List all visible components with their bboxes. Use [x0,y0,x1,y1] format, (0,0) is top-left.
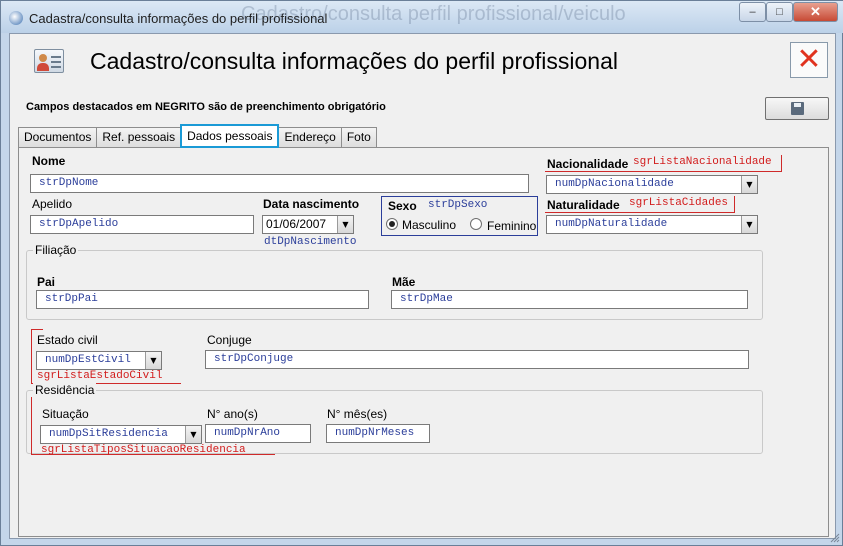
naturalidade-select[interactable]: numDpNaturalidade ▼ [546,215,758,234]
filiacao-group: Filiação Pai strDpPai Mãe strDpMae [26,243,763,320]
nacionalidade-select[interactable]: numDpNacionalidade ▼ [546,175,758,194]
situacao-residencia-list-tag: sgrListaTiposSituacaoResidencia [41,444,246,456]
apelido-input[interactable]: strDpApelido [30,215,254,234]
dados-pessoais-panel: Nome strDpNome Nacionalidade sgrListaNac… [18,147,829,537]
filiacao-legend: Filiação [33,243,79,257]
nacionalidade-value: numDpNacionalidade [555,178,674,190]
masculino-radio[interactable] [386,218,398,230]
feminino-radio[interactable] [470,218,482,230]
nr-meses-label: N° mês(es) [327,407,388,421]
chevron-down-icon[interactable]: ▼ [145,352,161,369]
estado-civil-value: numDpEstCivil [45,354,131,366]
estado-civil-label: Estado civil [37,333,98,347]
naturalidade-value: numDpNaturalidade [555,218,668,230]
application-window: Cadastra/consulta informações do perfil … [0,0,843,546]
form-client-area: Cadastro/consulta informações do perfil … [9,33,836,539]
estado-civil-select[interactable]: numDpEstCivil ▼ [36,351,162,370]
close-x-icon[interactable]: ✕ [790,42,828,78]
data-nascimento-picker[interactable]: 01/06/2007 ▼ [262,215,354,234]
situacao-residencia-select[interactable]: numDpSitResidencia ▼ [40,425,202,444]
person-card-icon [34,49,64,73]
nr-meses-input[interactable]: numDpNrMeses [326,424,430,443]
feminino-label[interactable]: Feminino [487,219,536,233]
chevron-down-icon[interactable]: ▼ [741,176,757,193]
nome-input[interactable]: strDpNome [30,174,529,193]
save-button[interactable] [765,97,829,120]
nacionalidade-label: Nacionalidade [547,157,629,171]
page-title: Cadastro/consulta informações do perfil … [90,48,618,74]
nacionalidade-list-tag: sgrListaNacionalidade [633,156,772,168]
sexo-group: Sexo strDpSexo Masculino Feminino [381,196,538,236]
app-globe-icon [9,11,23,25]
resize-grip-icon[interactable] [830,533,840,543]
masculino-label[interactable]: Masculino [402,218,456,232]
nr-ano-input[interactable]: numDpNrAno [205,424,311,443]
tab-dados-pessoais[interactable]: Dados pessoais [180,124,280,148]
conjuge-input[interactable]: strDpConjuge [205,350,749,369]
mae-input[interactable]: strDpMae [391,290,748,309]
minimize-button[interactable]: – [739,2,766,22]
tab-ref-pessoais[interactable]: Ref. pessoais [96,127,182,148]
residencia-legend: Residência [33,383,97,397]
window-controls: – □ ✕ [739,2,838,22]
window-close-button[interactable]: ✕ [793,2,838,22]
tab-foto[interactable]: Foto [340,127,377,148]
estado-civil-list-tag: sgrListaEstadoCivil [37,370,163,382]
data-nascimento-value: 01/06/2007 [266,217,327,231]
tab-documentos[interactable]: Documentos [18,127,98,148]
data-nascimento-field-tag: dtDpNascimento [264,236,357,248]
situacao-label: Situação [42,407,89,421]
naturalidade-list-tag: sgrListaCidades [629,197,729,209]
tab-strip: Documentos Ref. pessoais Dados pessoais … [18,124,377,148]
sexo-field-tag: strDpSexo [428,199,488,211]
mae-label: Mãe [392,275,416,289]
nome-label: Nome [32,154,66,168]
apelido-label: Apelido [32,197,73,211]
tab-endereco[interactable]: Endereço [278,127,342,148]
calendar-dropdown-icon[interactable]: ▼ [337,216,353,233]
naturalidade-label: Naturalidade [547,198,620,212]
background-window-title: Cadastro/consulta perfil profissional/ve… [241,3,626,25]
title-bar[interactable]: Cadastra/consulta informações do perfil … [1,1,843,33]
pai-label: Pai [37,275,56,289]
conjuge-label: Conjuge [207,333,252,347]
maximize-button[interactable]: □ [766,2,793,22]
situacao-residencia-value: numDpSitResidencia [49,428,168,440]
sexo-label: Sexo [388,199,417,213]
pai-input[interactable]: strDpPai [36,290,369,309]
chevron-down-icon[interactable]: ▼ [741,216,757,233]
floppy-disk-icon [791,102,804,115]
nr-ano-label: N° ano(s) [207,407,258,421]
chevron-down-icon[interactable]: ▼ [185,426,201,443]
required-fields-note: Campos destacados em NEGRITO são de pree… [26,101,386,113]
data-nascimento-label: Data nascimento [263,197,360,211]
